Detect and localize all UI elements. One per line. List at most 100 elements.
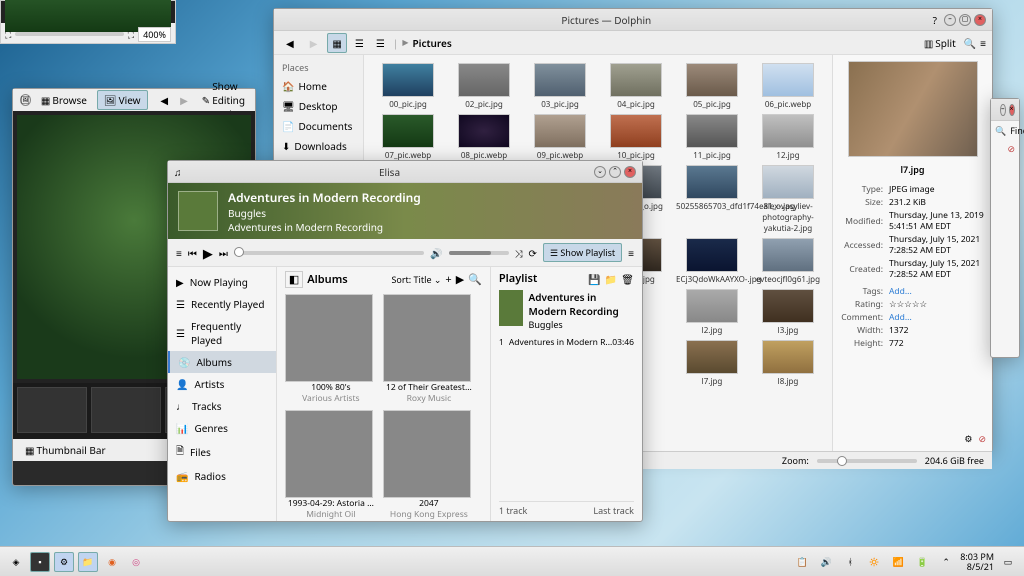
split-button[interactable]: ▥ Split bbox=[920, 34, 960, 52]
album-card[interactable]: 1993-04-29: Astoria ...Midnight Oil bbox=[285, 410, 377, 520]
close-panel-button[interactable]: ⊘ bbox=[978, 432, 986, 445]
sidebar-item-home[interactable]: Home bbox=[274, 76, 363, 96]
fullscreen-icon[interactable] bbox=[128, 28, 134, 41]
enqueue-button[interactable] bbox=[445, 272, 451, 287]
tray-bluetooth[interactable]: ᚼ bbox=[840, 552, 860, 572]
file-thumbnail[interactable]: l8.jpg bbox=[752, 340, 824, 387]
file-thumbnail[interactable]: 03_pic.jpg bbox=[524, 63, 596, 110]
file-thumbnail[interactable]: 10_pic.jpg bbox=[600, 114, 672, 161]
show-playlist-button[interactable]: Show Playlist bbox=[543, 243, 622, 262]
view-button[interactable]: View bbox=[97, 90, 148, 110]
file-thumbnail[interactable]: alex-vasyliev-photography-yakutia-2.jpg bbox=[752, 165, 824, 234]
file-thumbnail[interactable]: 11_pic.jpg bbox=[676, 114, 748, 161]
volume-icon[interactable] bbox=[430, 246, 442, 260]
icon-view-button[interactable] bbox=[327, 33, 346, 53]
peek-desktop[interactable]: ▭ bbox=[998, 552, 1018, 572]
back-button[interactable] bbox=[156, 91, 172, 109]
sidebar-item-downloads[interactable]: Downloads bbox=[274, 136, 363, 156]
elisa-titlebar[interactable]: Elisa ⌄ ⌃ × bbox=[168, 161, 642, 183]
nav-item-radios[interactable]: Radios bbox=[168, 465, 276, 487]
nav-item-recently-played[interactable]: Recently Played bbox=[168, 293, 276, 315]
fit-button[interactable] bbox=[5, 28, 11, 41]
help-button[interactable] bbox=[933, 13, 937, 27]
close-button[interactable]: × bbox=[624, 166, 636, 178]
nav-item-genres[interactable]: Genres bbox=[168, 417, 276, 439]
volume-slider[interactable] bbox=[449, 251, 509, 255]
app-menu[interactable] bbox=[628, 246, 634, 260]
rating-stars[interactable]: ☆☆☆☆☆ bbox=[889, 299, 984, 310]
sidebar-item-desktop[interactable]: Desktop bbox=[274, 96, 363, 116]
file-thumbnail[interactable]: 04_pic.jpg bbox=[600, 63, 672, 110]
thumbnail-bar-button[interactable]: Thumbnail Bar bbox=[19, 441, 112, 459]
minimize-button[interactable]: – bbox=[944, 14, 956, 26]
file-thumbnail[interactable]: l2.jpg bbox=[676, 289, 748, 336]
playlist-track[interactable]: 1Adventures in Modern R...03:46 bbox=[499, 335, 634, 350]
shuffle-button[interactable]: ⤨ bbox=[515, 246, 523, 260]
nav-item-tracks[interactable]: Tracks bbox=[168, 395, 276, 417]
task-app[interactable]: ◎ bbox=[126, 552, 146, 572]
player-menu[interactable] bbox=[176, 246, 182, 260]
details-view-button[interactable] bbox=[372, 34, 389, 52]
album-card[interactable]: 2047Hong Kong Express bbox=[383, 410, 475, 520]
file-thumbnail[interactable]: 05_pic.jpg bbox=[676, 63, 748, 110]
nav-item-albums[interactable]: Albums bbox=[168, 351, 276, 373]
hamburger-menu[interactable] bbox=[980, 36, 986, 50]
play-all-button[interactable] bbox=[456, 272, 464, 287]
search-button[interactable] bbox=[964, 36, 976, 50]
file-thumbnail[interactable]: 02_pic.jpg bbox=[448, 63, 520, 110]
sort-button[interactable]: Sort: Title ⌄ bbox=[391, 273, 441, 286]
maximize-button[interactable]: ⌃ bbox=[609, 166, 621, 178]
file-thumbnail[interactable]: evteocjfl0g61.jpg bbox=[752, 238, 824, 285]
search-albums-button[interactable] bbox=[468, 272, 482, 287]
file-thumbnail[interactable]: 00_pic.jpg bbox=[372, 63, 444, 110]
file-thumbnail[interactable]: 08_pic.webp bbox=[448, 114, 520, 161]
minimize-button[interactable]: – bbox=[1000, 104, 1006, 116]
file-thumbnail[interactable]: 07_pic.webp bbox=[372, 114, 444, 161]
forward-button[interactable] bbox=[176, 91, 192, 109]
task-settings[interactable]: ⚙ bbox=[54, 552, 74, 572]
maximize-button[interactable]: ▢ bbox=[959, 14, 971, 26]
play-button[interactable] bbox=[203, 244, 213, 262]
browse-button[interactable]: Browse bbox=[35, 91, 93, 109]
file-thumbnail[interactable]: 12.jpg bbox=[752, 114, 824, 161]
sidebar-item-documents[interactable]: Documents bbox=[274, 116, 363, 136]
task-firefox[interactable]: ◉ bbox=[102, 552, 122, 572]
save-playlist-button[interactable]: 💾 bbox=[588, 272, 600, 286]
file-thumbnail[interactable]: 06_pic.webp bbox=[752, 63, 824, 110]
thumbnail[interactable] bbox=[91, 387, 161, 433]
load-playlist-button[interactable] bbox=[605, 272, 617, 286]
nav-item-files[interactable]: Files bbox=[168, 439, 276, 465]
prev-button[interactable] bbox=[188, 246, 197, 260]
task-dolphin[interactable]: 📁 bbox=[78, 552, 98, 572]
tray-network[interactable]: 📶 bbox=[888, 552, 908, 572]
tray-expand[interactable]: ⌃ bbox=[936, 552, 956, 572]
file-thumbnail[interactable]: 50255865703_dfd1f74e81_o.jpg bbox=[676, 165, 748, 234]
nav-item-now-playing[interactable]: Now Playing bbox=[168, 271, 276, 293]
album-card[interactable]: 12 of Their Greatest...Roxy Music bbox=[383, 294, 475, 404]
minimize-button[interactable]: ⌄ bbox=[594, 166, 606, 178]
thumbnail[interactable] bbox=[17, 387, 87, 433]
tray-volume[interactable]: 🔊 bbox=[816, 552, 836, 572]
file-thumbnail[interactable]: 09_pic.webp bbox=[524, 114, 596, 161]
clear-playlist-button[interactable] bbox=[621, 272, 634, 286]
add-tags-link[interactable]: Add... bbox=[889, 286, 912, 297]
file-thumbnail[interactable]: l7.jpg bbox=[676, 340, 748, 387]
find-label[interactable]: Find bbox=[1010, 124, 1024, 137]
toggle-view-button[interactable]: ◧ bbox=[285, 271, 303, 288]
add-comment-link[interactable]: Add... bbox=[889, 312, 912, 323]
file-thumbnail[interactable]: ECj3QdoWkAAYXO-.jpg bbox=[676, 238, 748, 285]
nav-item-frequently-played[interactable]: Frequently Played bbox=[168, 315, 276, 351]
nav-item-artists[interactable]: Artists bbox=[168, 373, 276, 395]
app-launcher[interactable]: ◈ bbox=[6, 552, 26, 572]
breadcrumb[interactable]: Pictures bbox=[412, 36, 451, 50]
close-find-button[interactable]: ⊘ bbox=[1007, 142, 1015, 155]
zoom-slider[interactable] bbox=[15, 32, 123, 36]
compact-view-button[interactable] bbox=[351, 34, 368, 52]
task-konsole[interactable]: ▪ bbox=[30, 552, 50, 572]
zoom-slider[interactable] bbox=[817, 459, 917, 463]
repeat-button[interactable]: ⟳ bbox=[529, 246, 537, 260]
next-button[interactable] bbox=[219, 246, 228, 260]
tray-klipper[interactable]: 📋 bbox=[792, 552, 812, 572]
seek-slider[interactable] bbox=[234, 251, 424, 255]
album-card[interactable]: 100% 80'sVarious Artists bbox=[285, 294, 377, 404]
